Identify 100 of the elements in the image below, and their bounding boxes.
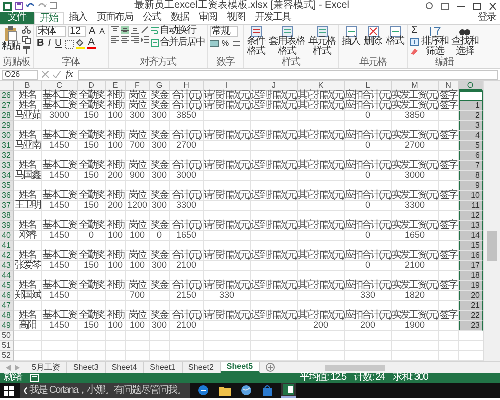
column-header[interactable]: D [78,81,106,91]
fill-color-icon[interactable] [76,39,86,49]
ribbon-tab[interactable]: 页面布局 [92,12,138,24]
column-header[interactable]: H [170,81,204,91]
globe-icon[interactable] [241,385,252,396]
ribbon-tab[interactable]: 审阅 [194,12,222,24]
bold-button[interactable]: B [36,39,46,49]
fill-down-icon[interactable] [410,38,420,46]
merge-center-button[interactable]: 合并后居中 [151,38,206,48]
row-header[interactable]: 32 [0,151,14,161]
shopping-bag-icon[interactable] [262,385,273,396]
column-header[interactable]: J [251,81,298,91]
decimal-icon[interactable] [232,40,242,48]
close-icon[interactable] [489,2,497,10]
row-header[interactable]: 47 [0,301,14,311]
maximize-icon[interactable] [473,2,481,10]
border-icon[interactable] [65,40,74,48]
row-header[interactable]: 35 [0,181,14,191]
search-field[interactable]: 我是 Cortana，小娜。有问题尽管问我。 [20,383,190,398]
scrollbar-thumb[interactable] [325,364,386,370]
orientation-icon[interactable] [141,26,150,34]
name-box[interactable]: O26 [2,70,38,80]
row-header[interactable]: 45 [0,281,14,291]
column-header[interactable]: K [298,81,345,91]
column-header[interactable]: N [439,81,459,91]
row-header[interactable]: 27 [0,101,14,111]
column-header[interactable]: B [14,81,42,91]
sign-in-link[interactable]: 登录 [474,12,500,24]
row-header[interactable]: 31 [0,141,14,151]
row-header[interactable]: 28 [0,111,14,121]
sort-filter-button[interactable]: 排序和筛选 [421,26,450,57]
conditional-format-button[interactable]: 条件格式 [246,26,266,57]
ribbon-tab[interactable]: 开发工具 [250,12,296,24]
add-sheet-icon[interactable] [266,363,276,372]
row-header[interactable]: 43 [0,261,14,271]
row-header[interactable]: 33 [0,161,14,171]
folder-icon[interactable] [219,386,231,396]
format-cells-button[interactable]: 格式 [385,26,406,47]
row-header[interactable]: 48 [0,311,14,321]
copy-icon[interactable] [22,36,31,44]
eraser-icon[interactable] [410,48,420,56]
row-header[interactable]: 30 [0,131,14,141]
align-bottom-icon[interactable] [131,26,140,34]
file-tab[interactable]: 文件 [0,12,34,24]
align-center-icon[interactable] [121,36,130,44]
percent-button[interactable]: % [221,39,230,49]
column-header[interactable]: O [459,81,483,91]
row-header[interactable]: 49 [0,321,14,331]
wrap-text-button[interactable]: 自动换行 [151,26,206,36]
table-format-button[interactable]: 套用表格格式 [268,26,306,57]
row-header[interactable]: 52 [0,351,14,361]
ribbon-tab[interactable]: 插入 [64,12,92,24]
excel-app-icon[interactable] [283,384,294,395]
format-painter-icon[interactable] [22,46,31,54]
column-header[interactable]: C [42,81,78,91]
macro-icon[interactable] [30,374,39,382]
delete-cells-button[interactable]: 删除 [363,26,384,47]
insert-cells-button[interactable]: 插入 [341,26,362,47]
row-header[interactable]: 39 [0,221,14,231]
currency-icon[interactable] [210,40,220,48]
autosum-button[interactable]: Σ [410,26,420,36]
align-left-icon[interactable] [111,36,120,44]
row-header[interactable]: 41 [0,241,14,251]
formula-input[interactable] [78,70,498,80]
windows-start-icon[interactable] [4,386,14,396]
scrollbar-thumb[interactable] [487,231,497,261]
font-name-field[interactable]: 宋体 [36,26,66,37]
find-select-button[interactable]: 查找和选择 [451,26,480,57]
align-top-icon[interactable] [111,26,120,34]
cut-icon[interactable] [22,26,31,34]
ribbon-tab[interactable]: 视图 [222,12,250,24]
ribbon-tab[interactable]: 开始 [34,12,64,24]
customize-icon[interactable] [50,2,58,10]
row-header[interactable]: 36 [0,191,14,201]
column-header[interactable]: I [204,81,251,91]
column-header[interactable]: L [345,81,392,91]
help-icon[interactable] [426,2,433,10]
row-header[interactable]: 42 [0,251,14,261]
grow-font-button[interactable]: A [88,26,97,36]
underline-button[interactable]: U [54,39,64,49]
insert-function-button[interactable]: fx [65,70,74,80]
row-header[interactable]: 26 [0,91,14,101]
align-middle-icon[interactable] [121,26,130,34]
row-header[interactable]: 40 [0,231,14,241]
column-header[interactable]: F [126,81,150,91]
undo-icon[interactable] [26,2,35,10]
row-header[interactable]: 51 [0,341,14,351]
save-icon[interactable] [15,2,23,10]
italic-button[interactable]: I [47,39,52,49]
excel-logo-icon[interactable] [3,2,12,10]
paste-button[interactable]: 粘贴 [2,26,20,52]
row-header[interactable]: 34 [0,171,14,181]
sheet-tab[interactable]: Sheet5 [220,362,260,373]
number-format-field[interactable]: 常规 [210,26,238,37]
ribbon-tab[interactable]: 数据 [166,12,194,24]
column-header[interactable]: M [392,81,439,91]
row-header[interactable]: 46 [0,291,14,301]
column-header[interactable]: E [106,81,126,91]
font-color-button[interactable]: A [87,39,96,49]
shrink-font-button[interactable]: A [98,26,106,36]
